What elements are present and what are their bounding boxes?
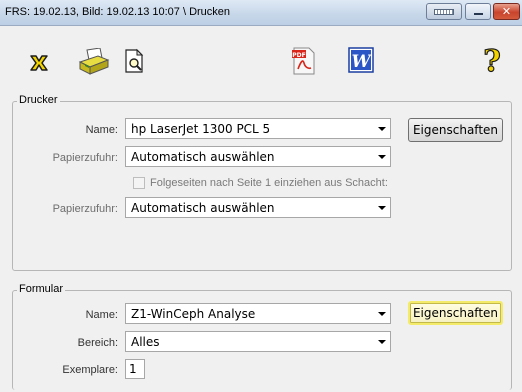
paper-feed-tray-value: Automatisch auswählen (131, 201, 275, 215)
form-name-value: Z1-WinCeph Analyse (131, 307, 256, 321)
minimize-icon (474, 13, 483, 15)
close-button[interactable]: ✕ (493, 3, 520, 20)
cancel-button[interactable] (28, 52, 50, 74)
form-group-title: Formular (17, 283, 66, 295)
word-letter: W (351, 52, 372, 72)
paper-feed-dropdown[interactable]: Automatisch auswählen (125, 146, 391, 167)
range-label: Bereich: (77, 337, 118, 349)
copies-label: Exemplare: (62, 364, 118, 376)
print-preview-button[interactable] (124, 48, 146, 74)
form-name-dropdown[interactable]: Z1-WinCeph Analyse (125, 303, 391, 324)
chevron-down-icon[interactable] (373, 332, 390, 351)
printer-name-value: hp LaserJet 1300 PCL 5 (131, 122, 271, 136)
paper-feed-tray-label: Papierzufuhr: (52, 203, 118, 215)
window-title: FRS: 19.02.13, Bild: 19.02.13 10:07 \ Dr… (5, 6, 231, 18)
help-button[interactable]: ? (480, 45, 504, 75)
following-pages-label: Folgeseiten nach Seite 1 einziehen aus S… (150, 177, 388, 189)
following-pages-checkbox[interactable] (133, 177, 145, 189)
chevron-down-icon[interactable] (373, 119, 390, 138)
chevron-down-icon[interactable] (373, 304, 390, 323)
pdf-badge-text: PDF (292, 52, 305, 59)
toolbar: PDF W ? (0, 26, 522, 94)
printer-name-label: Name: (85, 124, 118, 136)
range-dropdown[interactable]: Alles (125, 331, 391, 352)
export-pdf-button[interactable]: PDF (292, 47, 316, 75)
printer-properties-button[interactable]: Eigenschaften (408, 118, 503, 142)
keyboard-icon (434, 9, 454, 15)
word-icon: W (348, 47, 374, 73)
chevron-down-icon[interactable] (373, 147, 390, 166)
chevron-down-icon[interactable] (373, 198, 390, 217)
help-symbol: ? (483, 45, 501, 75)
minimize-button[interactable] (465, 3, 491, 20)
export-word-button[interactable]: W (348, 47, 374, 73)
help-icon: ? (483, 45, 502, 75)
range-value: Alles (131, 335, 160, 349)
copies-value: 1 (129, 362, 137, 376)
printer-icon (78, 48, 110, 75)
close-icon: ✕ (501, 5, 512, 18)
print-preview-icon (125, 48, 144, 73)
cancel-icon (30, 55, 48, 71)
printer-name-dropdown[interactable]: hp LaserJet 1300 PCL 5 (125, 118, 391, 139)
form-properties-button[interactable]: Eigenschaften (408, 301, 503, 325)
paper-feed-tray-dropdown[interactable]: Automatisch auswählen (125, 197, 391, 218)
paper-feed-label: Papierzufuhr: (52, 152, 118, 164)
printer-group-title: Drucker (17, 94, 60, 106)
print-dialog: FRS: 19.02.13, Bild: 19.02.13 10:07 \ Dr… (0, 0, 522, 392)
keyboard-button[interactable] (426, 3, 462, 20)
form-name-label: Name: (85, 309, 118, 321)
pdf-icon: PDF (292, 47, 315, 75)
copies-input[interactable]: 1 (125, 359, 145, 379)
print-button[interactable] (78, 48, 110, 76)
title-bar[interactable]: FRS: 19.02.13, Bild: 19.02.13 10:07 \ Dr… (0, 0, 522, 26)
paper-feed-value: Automatisch auswählen (131, 150, 275, 164)
